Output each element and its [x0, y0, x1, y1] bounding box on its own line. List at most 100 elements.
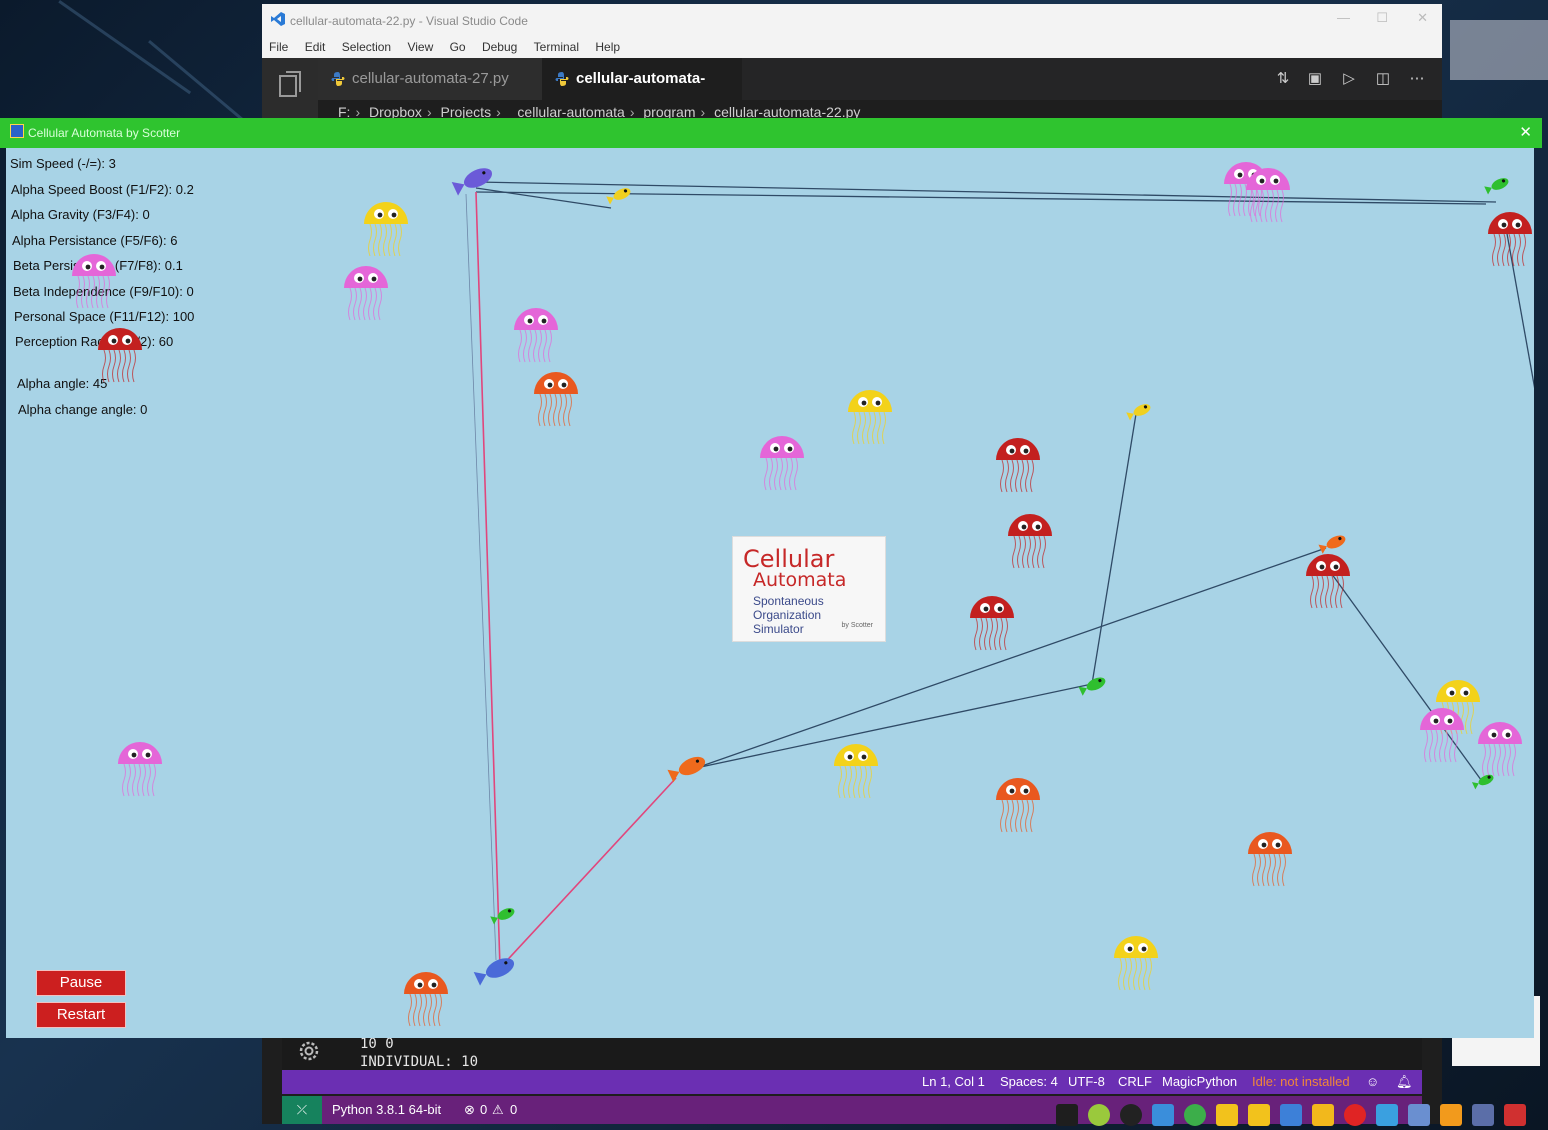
- activity-bar: [262, 58, 318, 118]
- system-tray: [960, 1100, 1548, 1130]
- menu-file[interactable]: File: [269, 36, 288, 58]
- menu-selection[interactable]: Selection: [342, 36, 391, 58]
- terminal-output-line: 10 0: [360, 1036, 394, 1052]
- feedback-icon[interactable]: ☺: [1366, 1070, 1379, 1094]
- film-icon[interactable]: [1408, 1104, 1430, 1126]
- ca-window-title: Cellular Automata by Scotter: [28, 126, 181, 140]
- error-icon[interactable]: ⊗: [464, 1096, 475, 1124]
- app-icon: [10, 124, 24, 138]
- cubes-icon[interactable]: [1376, 1104, 1398, 1126]
- book-icon[interactable]: [1152, 1104, 1174, 1126]
- pause-button[interactable]: Pause: [36, 970, 126, 996]
- menu-view[interactable]: View: [407, 36, 433, 58]
- files-explorer-icon[interactable]: [278, 70, 304, 100]
- gear-icon[interactable]: [296, 1038, 322, 1064]
- jellyfish: [970, 596, 1014, 651]
- split-editor-icon[interactable]: ◫: [1374, 70, 1392, 88]
- cursor-position[interactable]: Ln 1, Col 1: [922, 1070, 985, 1094]
- folder-icon[interactable]: [1216, 1104, 1238, 1126]
- red-app-icon[interactable]: [1504, 1104, 1526, 1126]
- pen-icon[interactable]: [1056, 1104, 1078, 1126]
- download-icon[interactable]: [1184, 1104, 1206, 1126]
- jellyfish: [834, 744, 878, 799]
- bell-icon[interactable]: 🔔︎: [1396, 1070, 1413, 1094]
- fish: [1318, 535, 1346, 554]
- indentation-setting[interactable]: Spaces: 4: [1000, 1070, 1058, 1094]
- error-count[interactable]: 0: [480, 1096, 487, 1124]
- jellyfish: [848, 390, 892, 445]
- heart-icon[interactable]: [1344, 1104, 1366, 1126]
- jellyfish: [996, 438, 1040, 493]
- dropbox-icon[interactable]: [1280, 1104, 1302, 1126]
- upload-icon[interactable]: [1440, 1104, 1462, 1126]
- logo-subtitle: Spontaneous Organization Simulator: [753, 594, 824, 636]
- jellyfish: [72, 254, 116, 309]
- jellyfish: [534, 372, 578, 427]
- jellyfish: [1114, 936, 1158, 991]
- restart-button[interactable]: Restart: [36, 1002, 126, 1028]
- logo-byline: by Scotter: [841, 622, 873, 629]
- maximize-icon[interactable]: ☐: [1376, 10, 1388, 26]
- status-bar-right: Ln 1, Col 1 Spaces: 4 UTF-8 CRLF MagicPy…: [282, 1070, 1422, 1094]
- run-file-icon[interactable]: ▷: [1340, 70, 1358, 88]
- fish: [473, 958, 515, 986]
- apple-icon[interactable]: [1120, 1104, 1142, 1126]
- warning-icon[interactable]: ⚠: [492, 1096, 504, 1124]
- android-icon[interactable]: [1088, 1104, 1110, 1126]
- fish: [490, 908, 515, 925]
- chat-icon[interactable]: [1472, 1104, 1494, 1126]
- fish: [451, 168, 493, 196]
- jellyfish: [760, 436, 804, 491]
- idle-status[interactable]: Idle: not installed: [1252, 1070, 1350, 1094]
- jellyfish: [1008, 514, 1052, 569]
- jellyfish: [1420, 708, 1464, 763]
- close-icon[interactable]: ✕: [1417, 10, 1428, 26]
- jellyfish: [1478, 722, 1522, 777]
- cellular-automata-window: Cellular Automata by Scotter ✕ Sim Speed…: [0, 118, 1542, 1038]
- vscode-window-title: cellular-automata-22.py - Visual Studio …: [290, 14, 528, 28]
- python-file-icon: [555, 72, 569, 86]
- folder-icon[interactable]: [1312, 1104, 1334, 1126]
- file-encoding[interactable]: UTF-8: [1068, 1070, 1105, 1094]
- tab-cellular-automata-27[interactable]: cellular-automata-27.py: [318, 58, 542, 100]
- terminal-output-line: INDIVIDUAL: 10: [360, 1054, 479, 1070]
- menu-bar: File Edit Selection View Go Debug Termin…: [262, 36, 1442, 58]
- jellyfish: [996, 778, 1040, 833]
- logo-line: Automata: [753, 569, 847, 591]
- warning-count[interactable]: 0: [510, 1096, 517, 1124]
- vscode-titlebar: cellular-automata-22.py - Visual Studio …: [262, 4, 1442, 36]
- fish: [1126, 404, 1151, 421]
- python-file-icon: [331, 72, 345, 86]
- remote-icon[interactable]: ⤫: [282, 1096, 322, 1124]
- folder-icon[interactable]: [1248, 1104, 1270, 1126]
- minimize-icon[interactable]: —: [1337, 10, 1350, 25]
- menu-edit[interactable]: Edit: [305, 36, 326, 58]
- fish: [606, 188, 631, 205]
- jellyfish: [344, 266, 388, 321]
- logo-subtitle-line: Spontaneous: [753, 594, 824, 608]
- compare-changes-icon[interactable]: ⇅: [1274, 70, 1292, 88]
- jellyfish: [1246, 168, 1290, 223]
- jellyfish: [1306, 554, 1350, 609]
- tab-cellular-automata-22[interactable]: cellular-automata-22.py: [542, 58, 742, 129]
- editor-tabs: cellular-automata-27.py cellular-automat…: [318, 58, 1442, 129]
- more-actions-icon[interactable]: ⋯: [1408, 70, 1426, 88]
- ca-logo: Cellular Automata Spontaneous Organizati…: [732, 536, 886, 642]
- desktop-streak: [1450, 20, 1548, 80]
- jellyfish: [364, 202, 408, 257]
- python-interpreter[interactable]: Python 3.8.1 64-bit: [332, 1096, 441, 1124]
- desktop-streak: [58, 0, 192, 95]
- line-ending[interactable]: CRLF: [1118, 1070, 1152, 1094]
- logo-subtitle-line: Simulator: [753, 622, 804, 636]
- close-icon[interactable]: ✕: [1519, 120, 1532, 146]
- simulation-canvas[interactable]: Sim Speed (-/=): 3 Alpha Speed Boost (F1…: [6, 148, 1534, 1038]
- menu-terminal[interactable]: Terminal: [534, 36, 579, 58]
- menu-go[interactable]: Go: [450, 36, 466, 58]
- menu-help[interactable]: Help: [595, 36, 620, 58]
- menu-debug[interactable]: Debug: [482, 36, 517, 58]
- jellyfish: [98, 328, 142, 383]
- ca-titlebar: Cellular Automata by Scotter ✕: [0, 118, 1542, 148]
- language-mode[interactable]: MagicPython: [1162, 1070, 1237, 1094]
- fish: [1078, 677, 1106, 696]
- open-preview-icon[interactable]: ▣: [1306, 70, 1324, 88]
